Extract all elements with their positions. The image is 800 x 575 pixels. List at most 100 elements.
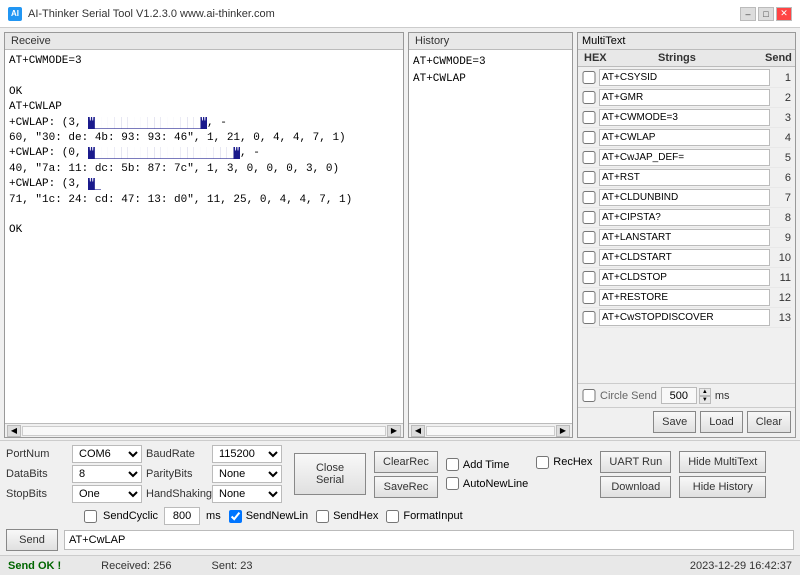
col-strings-label: Strings <box>656 50 759 66</box>
mt-row-input[interactable] <box>599 89 770 106</box>
portnum-label: PortNum <box>6 448 68 460</box>
mt-row-checkbox[interactable] <box>582 311 596 324</box>
mt-row-checkbox[interactable] <box>582 231 596 244</box>
circle-send-checkbox[interactable] <box>582 389 596 402</box>
history-hscroll-thumb[interactable] <box>426 426 555 436</box>
window-controls: – □ ✕ <box>740 7 792 21</box>
add-time-checkbox[interactable] <box>446 458 459 471</box>
mt-row-checkbox[interactable] <box>582 171 596 184</box>
receive-hscroll[interactable]: ◀ ▶ <box>5 423 403 437</box>
multitext-panel: MultiText HEX Strings Send 1 2 3 4 <box>577 32 796 438</box>
close-button[interactable]: ✕ <box>776 7 792 21</box>
history-item[interactable]: AT+CWLAP <box>413 71 568 88</box>
databits-row: DataBits 8 <box>6 465 142 483</box>
mt-row-checkbox[interactable] <box>582 71 596 84</box>
stopbits-select[interactable]: One <box>72 485 142 503</box>
cyclic-row: SendCyclic ms <box>84 507 221 525</box>
mt-row-num: 6 <box>773 172 791 184</box>
mt-row-checkbox[interactable] <box>582 111 596 124</box>
hscroll-thumb[interactable] <box>22 426 386 436</box>
mt-row-input[interactable] <box>599 229 770 246</box>
mt-row-input[interactable] <box>599 109 770 126</box>
controls-row2: SendCyclic ms SendNewLin SendHex FormatI… <box>6 507 794 525</box>
close-serial-button[interactable]: Close Serial <box>294 453 366 495</box>
mt-row-checkbox[interactable] <box>582 271 596 284</box>
mt-row-input[interactable] <box>599 169 770 186</box>
mt-row-input[interactable] <box>599 289 770 306</box>
databits-select[interactable]: 8 <box>72 465 142 483</box>
mt-row-input[interactable] <box>599 209 770 226</box>
history-text[interactable]: AT+CWMODE=3 AT+CWLAP <box>409 50 572 423</box>
history-item[interactable]: AT+CWMODE=3 <box>413 54 568 71</box>
send-hex-label: SendHex <box>333 510 378 522</box>
send-cyclic-checkbox[interactable] <box>84 510 97 523</box>
mt-row-checkbox[interactable] <box>582 191 596 204</box>
history-label: History <box>409 33 572 50</box>
autonewline-checkbox[interactable] <box>446 477 459 490</box>
send-input[interactable] <box>64 530 794 550</box>
mt-row-input[interactable] <box>599 129 770 146</box>
baudrate-select[interactable]: 115200 <box>212 445 282 463</box>
hscroll-right[interactable]: ▶ <box>387 425 401 437</box>
clear-rec-button[interactable]: ClearRec <box>374 451 438 473</box>
mt-row-checkbox[interactable] <box>582 251 596 264</box>
mt-row-checkbox[interactable] <box>582 151 596 164</box>
format-input-checkbox[interactable] <box>386 510 399 523</box>
history-hscroll-left[interactable]: ◀ <box>411 425 425 437</box>
mt-row-checkbox[interactable] <box>582 131 596 144</box>
mt-row-checkbox[interactable] <box>582 211 596 224</box>
mt-row-input[interactable] <box>599 189 770 206</box>
mt-row-num: 8 <box>773 212 791 224</box>
spinner-up[interactable]: ▲ <box>699 388 711 396</box>
load-button[interactable]: Load <box>700 411 742 433</box>
format-input-group: FormatInput <box>386 510 462 523</box>
circle-send-spinner[interactable]: ▲ ▼ <box>699 388 711 404</box>
history-hscroll[interactable]: ◀ ▶ <box>409 423 572 437</box>
receive-text[interactable]: AT+CWMODE=3 OK AT+CWLAP +CWLAP: (3, "███… <box>5 50 403 423</box>
receive-label: Receive <box>5 33 403 50</box>
portnum-row: PortNum COM6 <box>6 445 142 463</box>
send-newlin-checkbox[interactable] <box>229 510 242 523</box>
history-panel: History AT+CWMODE=3 AT+CWLAP ◀ ▶ <box>408 32 573 438</box>
send-hex-checkbox[interactable] <box>316 510 329 523</box>
multitext-header: MultiText <box>578 33 795 50</box>
hide-history-button[interactable]: Hide History <box>679 476 766 498</box>
multitext-columns: HEX Strings Send <box>578 50 795 67</box>
circle-send-label: Circle Send <box>600 390 657 402</box>
portnum-select[interactable]: COM6 <box>72 445 142 463</box>
spinner-down[interactable]: ▼ <box>699 396 711 404</box>
mt-row-input[interactable] <box>599 249 770 266</box>
rechex-checkbox[interactable] <box>536 456 549 469</box>
save-rec-button[interactable]: SaveRec <box>374 476 438 498</box>
hide-multitext-button[interactable]: Hide MultiText <box>679 451 766 473</box>
send-button[interactable]: Send <box>6 529 58 551</box>
circle-send-input[interactable] <box>661 387 697 404</box>
paritybits-select[interactable]: None <box>212 465 282 483</box>
mt-row-input[interactable] <box>599 309 770 326</box>
stopbits-row: StopBits One <box>6 485 142 503</box>
mt-row-checkbox[interactable] <box>582 291 596 304</box>
multitext-row: 10 <box>582 248 791 268</box>
mt-row-num: 7 <box>773 192 791 204</box>
add-time-label: Add Time <box>463 459 509 471</box>
save-button[interactable]: Save <box>653 411 696 433</box>
paritybits-row: ParityBits None <box>146 465 282 483</box>
download-button[interactable]: Download <box>600 476 671 498</box>
baudrate-label: BaudRate <box>146 448 208 460</box>
mt-row-input[interactable] <box>599 69 770 86</box>
clear-button[interactable]: Clear <box>747 411 791 433</box>
mt-row-num: 4 <box>773 132 791 144</box>
minimize-button[interactable]: – <box>740 7 756 21</box>
mt-row-checkbox[interactable] <box>582 91 596 104</box>
mt-row-input[interactable] <box>599 149 770 166</box>
hscroll-left[interactable]: ◀ <box>7 425 21 437</box>
history-hscroll-right[interactable]: ▶ <box>556 425 570 437</box>
checkbox-group: Add Time AutoNewLine <box>446 458 528 490</box>
multitext-row: 4 <box>582 128 791 148</box>
paritybits-label: ParityBits <box>146 468 208 480</box>
maximize-button[interactable]: □ <box>758 7 774 21</box>
uart-run-button[interactable]: UART Run <box>600 451 671 473</box>
handshaking-select[interactable]: None <box>212 485 282 503</box>
mt-row-input[interactable] <box>599 269 770 286</box>
cyclic-input[interactable] <box>164 507 200 525</box>
